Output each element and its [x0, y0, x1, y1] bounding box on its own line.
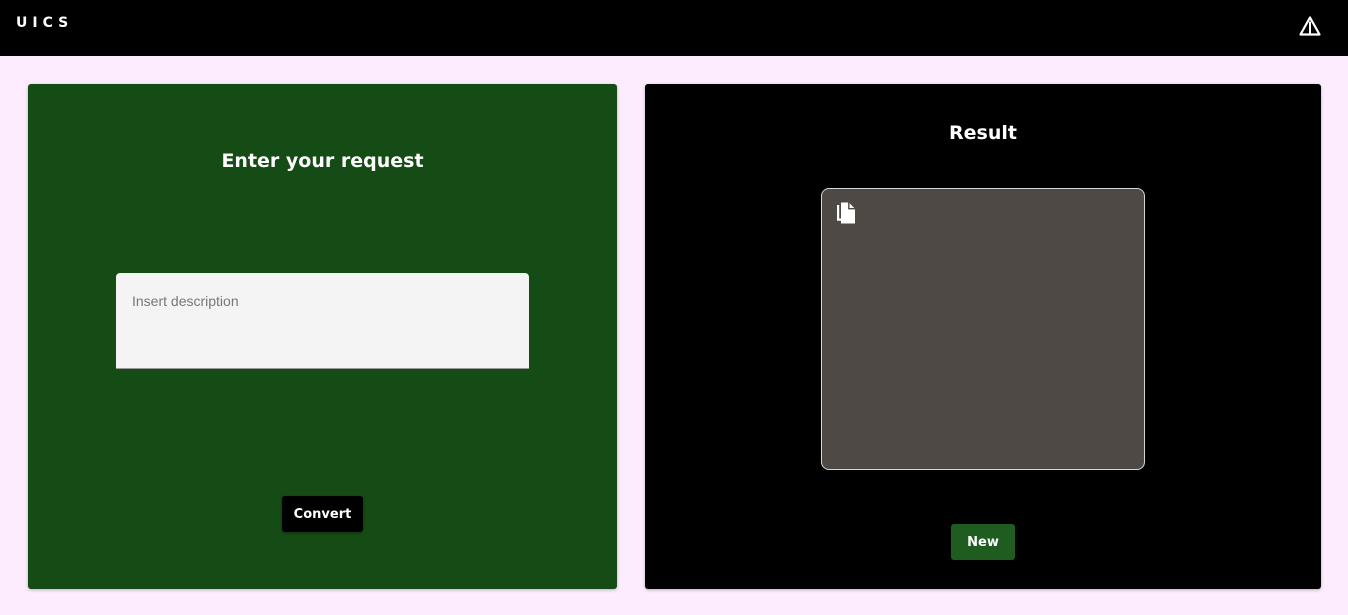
- result-output-box[interactable]: [821, 188, 1145, 470]
- request-panel: Enter your request Convert: [28, 84, 617, 589]
- request-panel-title: Enter your request: [221, 150, 424, 172]
- warning-button[interactable]: [1296, 12, 1324, 40]
- result-panel-title: Result: [949, 122, 1017, 144]
- copy-icon: [837, 202, 855, 224]
- warning-triangle-icon: [1299, 16, 1321, 36]
- convert-button[interactable]: Convert: [282, 496, 363, 532]
- top-app-bar: UICS: [0, 0, 1348, 56]
- new-button[interactable]: New: [951, 524, 1015, 560]
- result-panel: Result New: [645, 84, 1321, 589]
- copy-button[interactable]: [834, 201, 860, 227]
- app-logo: UICS: [16, 15, 74, 31]
- description-input[interactable]: [116, 273, 529, 369]
